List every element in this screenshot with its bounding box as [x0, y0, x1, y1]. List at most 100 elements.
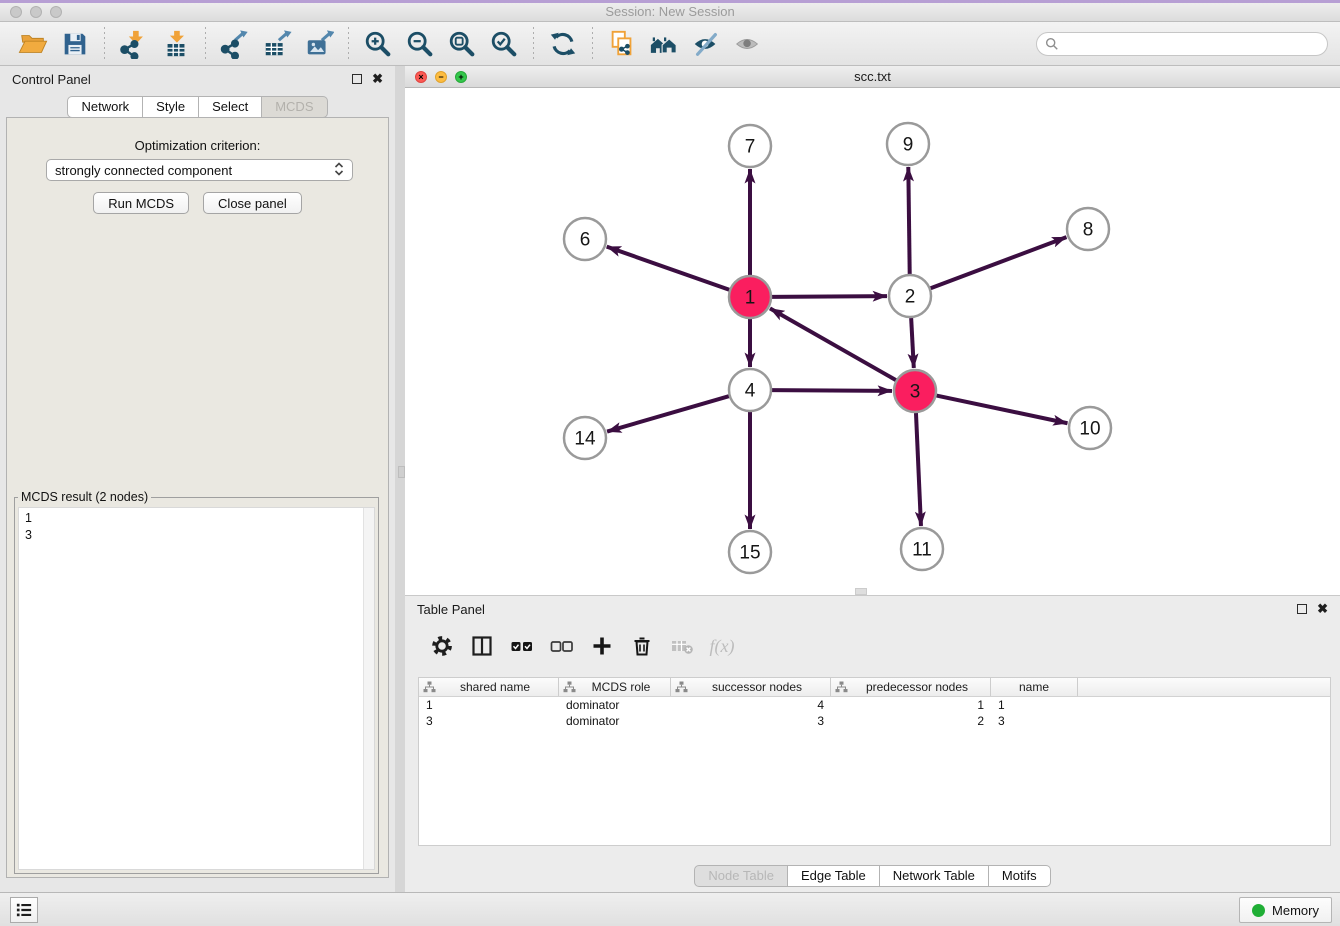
graph-edge-3-1[interactable]	[770, 308, 896, 380]
select-all-columns-button[interactable]	[510, 634, 534, 658]
node-label: 3	[910, 382, 921, 403]
table-settings-button[interactable]	[430, 634, 454, 658]
node-label: 10	[1079, 419, 1100, 440]
node-label: 8	[1083, 220, 1094, 241]
first-neighbors-button[interactable]	[647, 27, 681, 61]
export-image-button[interactable]	[302, 27, 336, 61]
panel-splitter-handle[interactable]	[398, 466, 405, 478]
refresh-view-button[interactable]	[546, 27, 580, 61]
search-field[interactable]	[1036, 32, 1328, 56]
graph-edge-2-8[interactable]	[931, 237, 1067, 288]
network-view-window: × − + scc.txt 1 2 3 4 6 7 8 9 10 11 14 15	[405, 66, 1340, 595]
table-splitter-handle[interactable]	[855, 588, 867, 595]
search-input[interactable]	[1064, 36, 1319, 51]
unselect-all-columns-button[interactable]	[550, 634, 574, 658]
control-panel-header: Control Panel ✖	[0, 66, 395, 92]
close-panel-icon[interactable]: ✖	[372, 73, 383, 85]
cell-name[interactable]: 1	[991, 698, 1078, 712]
graph-edge-2-3[interactable]	[911, 318, 914, 368]
graph-node-7[interactable]: 7	[729, 125, 771, 167]
table-row[interactable]: 3dominator323	[419, 713, 1330, 729]
network-window-title-bar[interactable]: × − + scc.txt	[405, 66, 1340, 88]
tab-mcds[interactable]: MCDS	[262, 96, 327, 118]
column-header-shared-name[interactable]: shared name	[419, 678, 559, 696]
graph-node-1[interactable]: 1	[729, 276, 771, 318]
graph-node-6[interactable]: 6	[564, 218, 606, 260]
cell-successor-nodes[interactable]: 4	[671, 698, 831, 712]
graph-edge-1-2[interactable]	[772, 296, 887, 297]
memory-button[interactable]: Memory	[1239, 897, 1332, 923]
close-panel-button[interactable]: Close panel	[203, 192, 302, 214]
table-header-row: shared nameMCDS rolesuccessor nodesprede…	[419, 678, 1330, 697]
cell-predecessor-nodes[interactable]: 1	[831, 698, 991, 712]
close-table-panel-icon[interactable]: ✖	[1317, 603, 1328, 615]
zoom-selected-button[interactable]	[487, 27, 521, 61]
graph-node-3[interactable]: 3	[894, 370, 936, 412]
column-header-mcds-role[interactable]: MCDS role	[559, 678, 671, 696]
tab-style[interactable]: Style	[143, 96, 199, 118]
delete-column-button[interactable]	[630, 634, 654, 658]
graph-node-11[interactable]: 11	[901, 528, 943, 570]
show-all-button[interactable]	[731, 27, 765, 61]
open-file-icon	[18, 29, 48, 59]
mcds-result-area[interactable]: 1 3	[18, 507, 375, 870]
control-panel-tabs: NetworkStyleSelectMCDS	[0, 96, 395, 118]
refresh-view-icon	[548, 29, 578, 59]
export-network-button[interactable]	[218, 27, 252, 61]
graph-node-15[interactable]: 15	[729, 531, 771, 573]
graph-edge-1-6[interactable]	[607, 247, 730, 290]
hide-selected-icon	[691, 29, 721, 59]
trash-icon	[631, 635, 653, 657]
cell-name[interactable]: 3	[991, 714, 1078, 728]
column-header-successor-nodes[interactable]: successor nodes	[671, 678, 831, 696]
hide-selected-button[interactable]	[689, 27, 723, 61]
graph-node-4[interactable]: 4	[729, 369, 771, 411]
table-row[interactable]: 1dominator411	[419, 697, 1330, 713]
tab-select[interactable]: Select	[199, 96, 262, 118]
cell-mcds-role[interactable]: dominator	[559, 714, 671, 728]
graph-edge-4-3[interactable]	[772, 390, 892, 391]
graph-edge-3-11[interactable]	[916, 413, 921, 526]
show-columns-button[interactable]	[470, 634, 494, 658]
show-panels-menu-button[interactable]	[10, 897, 38, 923]
graph-node-8[interactable]: 8	[1067, 208, 1109, 250]
column-header-filler	[1078, 678, 1330, 696]
table-tab-motifs[interactable]: Motifs	[989, 865, 1051, 887]
graph-edge-3-10[interactable]	[937, 396, 1068, 424]
criterion-dropdown[interactable]: strongly connected component	[46, 159, 353, 181]
graph-node-9[interactable]: 9	[887, 123, 929, 165]
save-session-button[interactable]	[58, 27, 92, 61]
cell-shared-name[interactable]: 3	[419, 714, 559, 728]
mcds-result-lines: 1 3	[19, 508, 374, 544]
graph-edge-4-14[interactable]	[607, 396, 729, 431]
column-header-predecessor-nodes[interactable]: predecessor nodes	[831, 678, 991, 696]
table-tab-network-table[interactable]: Network Table	[880, 865, 989, 887]
create-column-button[interactable]	[590, 634, 614, 658]
import-network-button[interactable]	[117, 27, 151, 61]
table-tab-edge-table[interactable]: Edge Table	[788, 865, 880, 887]
float-table-panel-icon[interactable]	[1297, 604, 1307, 614]
graph-node-2[interactable]: 2	[889, 275, 931, 317]
tab-network[interactable]: Network	[67, 96, 143, 118]
zoom-fit-button[interactable]	[445, 27, 479, 61]
run-mcds-button[interactable]: Run MCDS	[93, 192, 189, 214]
open-file-button[interactable]	[16, 27, 50, 61]
node-label: 14	[574, 429, 596, 450]
zoom-out-button[interactable]	[403, 27, 437, 61]
table-tab-node-table[interactable]: Node Table	[694, 865, 788, 887]
cell-mcds-role[interactable]: dominator	[559, 698, 671, 712]
column-header-name[interactable]: name	[991, 678, 1078, 696]
export-table-button[interactable]	[260, 27, 294, 61]
float-panel-icon[interactable]	[352, 74, 362, 84]
cell-shared-name[interactable]: 1	[419, 698, 559, 712]
zoom-in-button[interactable]	[361, 27, 395, 61]
graph-node-10[interactable]: 10	[1069, 407, 1111, 449]
cell-predecessor-nodes[interactable]: 2	[831, 714, 991, 728]
graph-node-14[interactable]: 14	[564, 417, 606, 459]
result-scrollbar[interactable]	[363, 508, 374, 869]
graph-edge-2-9[interactable]	[908, 167, 909, 274]
import-table-button[interactable]	[159, 27, 193, 61]
duplicate-network-button[interactable]	[605, 27, 639, 61]
cell-successor-nodes[interactable]: 3	[671, 714, 831, 728]
network-canvas[interactable]: 1 2 3 4 6 7 8 9 10 11 14 15	[405, 88, 1340, 595]
